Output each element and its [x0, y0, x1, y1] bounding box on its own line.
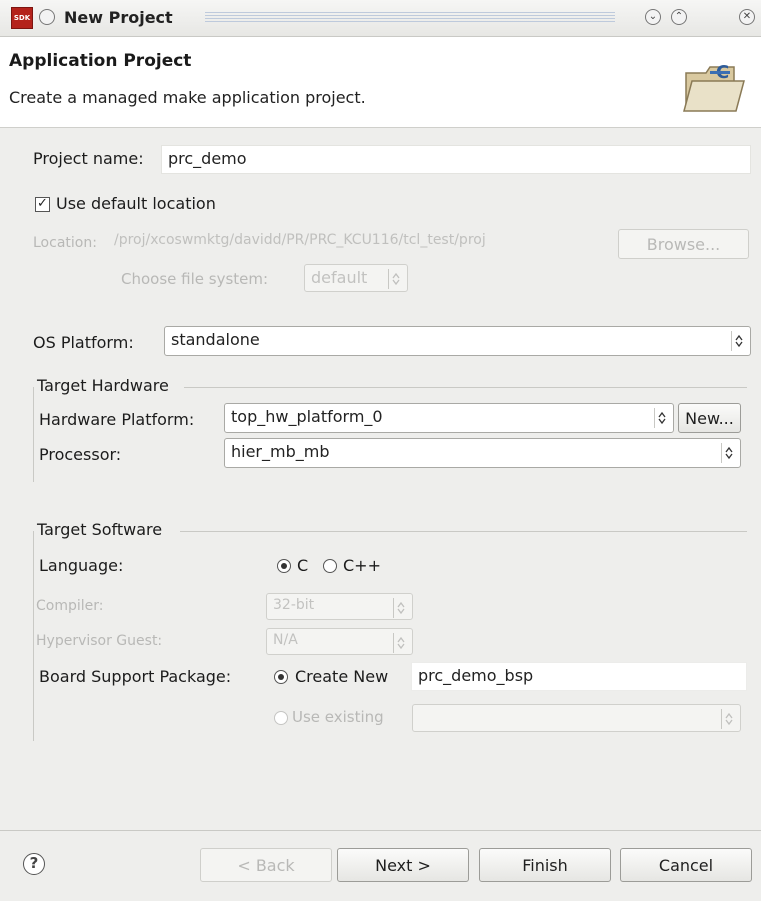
bsp-name-input[interactable]: prc_demo_bsp: [411, 662, 747, 691]
new-folder-icon: C: [683, 62, 745, 112]
bsp-create-new-radio[interactable]: [274, 670, 288, 684]
title-decoration: [205, 12, 615, 22]
group-divider: [180, 531, 747, 532]
language-c-radio[interactable]: [277, 559, 291, 573]
maximize-icon[interactable]: ⌃: [671, 9, 687, 25]
sdk-app-icon: SDK: [11, 7, 33, 29]
minimize-icon[interactable]: ⌄: [645, 9, 661, 25]
hypervisor-guest-label: Hypervisor Guest:: [36, 633, 163, 649]
finish-button[interactable]: Finish: [479, 848, 611, 882]
hardware-platform-label: Hardware Platform:: [39, 410, 195, 429]
spinner-icon: [393, 598, 408, 618]
banner-description: Create a managed make application projec…: [9, 88, 366, 107]
wizard-banner: Application Project Create a managed mak…: [0, 37, 761, 128]
hardware-platform-select[interactable]: top_hw_platform_0: [224, 403, 674, 433]
close-icon[interactable]: ✕: [739, 9, 755, 25]
use-default-location-label: Use default location: [56, 194, 216, 213]
file-system-value: default: [311, 268, 368, 287]
group-border: [33, 387, 34, 482]
new-hardware-platform-button[interactable]: New...: [678, 403, 741, 433]
file-system-label: Choose file system:: [121, 270, 269, 288]
footer-divider: [0, 830, 761, 831]
browse-button[interactable]: Browse...: [618, 229, 749, 259]
cancel-button[interactable]: Cancel: [620, 848, 752, 882]
spinner-icon: [393, 633, 408, 653]
help-icon[interactable]: ?: [23, 853, 45, 875]
language-c-label: C: [297, 556, 309, 575]
compiler-select[interactable]: 32-bit: [266, 593, 413, 620]
target-hardware-group-label: Target Hardware: [37, 376, 169, 395]
os-platform-select[interactable]: standalone: [164, 326, 751, 356]
group-border: [33, 531, 34, 741]
window-menu-icon[interactable]: [39, 9, 55, 25]
window-title: New Project: [64, 8, 173, 27]
language-label: Language:: [39, 556, 124, 575]
language-cpp-label: C++: [343, 556, 381, 575]
os-platform-value: standalone: [171, 330, 260, 349]
os-platform-label: OS Platform:: [33, 333, 134, 352]
title-bar[interactable]: SDK New Project ⌄ ⌃ ✕: [0, 0, 761, 37]
compiler-label: Compiler:: [36, 598, 104, 614]
spinner-icon: [721, 443, 736, 463]
compiler-value: 32-bit: [273, 597, 315, 613]
bsp-label: Board Support Package:: [39, 667, 232, 686]
bsp-use-existing-radio[interactable]: [274, 711, 288, 725]
back-button[interactable]: < Back: [200, 848, 332, 882]
bsp-use-existing-label: Use existing: [292, 708, 384, 726]
new-project-dialog: SDK New Project ⌄ ⌃ ✕ Application Projec…: [0, 0, 761, 901]
bsp-existing-select[interactable]: [412, 704, 741, 732]
next-button[interactable]: Next >: [337, 848, 469, 882]
project-name-input[interactable]: prc_demo: [161, 145, 751, 174]
spinner-icon: [731, 331, 746, 351]
spinner-icon: [388, 269, 403, 289]
target-software-group-label: Target Software: [37, 520, 163, 539]
processor-select[interactable]: hier_mb_mb: [224, 438, 741, 468]
use-default-location-checkbox[interactable]: ✓: [35, 197, 50, 212]
spinner-icon: [654, 408, 669, 428]
location-input[interactable]: /proj/xcoswmktg/davidd/PR/PRC_KCU116/tcl…: [108, 229, 616, 258]
banner-title: Application Project: [9, 51, 192, 71]
spinner-icon: [721, 709, 736, 729]
processor-label: Processor:: [39, 445, 122, 464]
group-divider: [184, 387, 747, 388]
location-label: Location:: [33, 235, 97, 251]
bsp-create-new-label: Create New: [295, 667, 389, 686]
hypervisor-guest-select[interactable]: N/A: [266, 628, 413, 655]
hypervisor-guest-value: N/A: [273, 632, 298, 648]
language-cpp-radio[interactable]: [323, 559, 337, 573]
processor-value: hier_mb_mb: [231, 442, 330, 461]
hardware-platform-value: top_hw_platform_0: [231, 407, 383, 426]
project-name-label: Project name:: [33, 149, 144, 168]
file-system-select[interactable]: default: [304, 264, 408, 292]
